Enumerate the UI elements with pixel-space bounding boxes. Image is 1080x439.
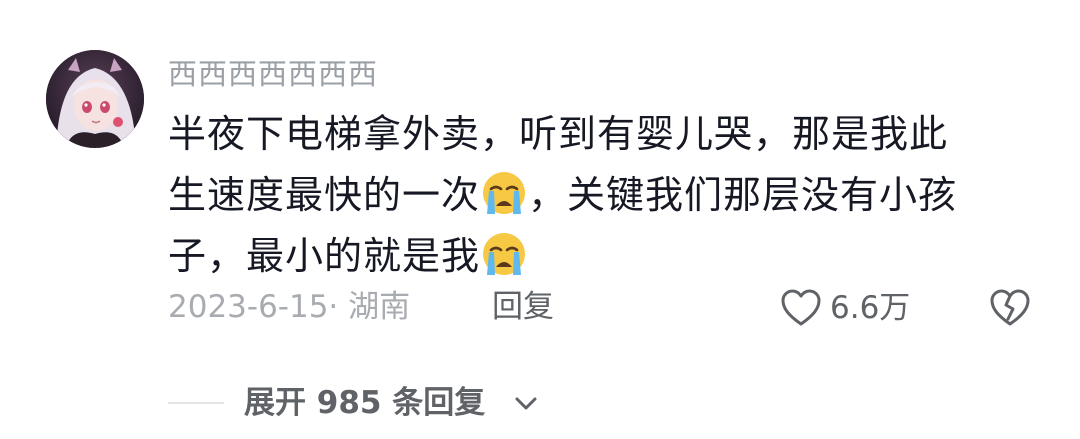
comment-text: 半夜下电梯拿外卖，听到有婴儿哭，那是我此 生速度最快的一次 ，关键我们那层没有小… <box>168 104 1048 287</box>
expand-replies-label: 展开 985 条回复 <box>244 385 486 421</box>
comment-line-2: 生速度最快的一次 ，关键我们那层没有小孩 <box>168 165 1048 226</box>
divider <box>168 402 224 404</box>
comment-date-location: 2023-6-15· 湖南 <box>168 289 411 325</box>
heart-outline-icon <box>781 289 821 326</box>
comment-line-1: 半夜下电梯拿外卖，听到有婴儿哭，那是我此 <box>168 104 1048 165</box>
comment-text-segment: 生速度最快的一次 <box>168 173 481 217</box>
username[interactable]: 西西西西西西西 <box>168 54 378 94</box>
loudly-crying-face-icon <box>483 233 526 275</box>
avatar[interactable] <box>46 50 144 148</box>
comment-text-segment: ，关键我们那层没有小孩 <box>528 173 958 217</box>
broken-heart-icon <box>990 289 1030 326</box>
reply-button[interactable]: 回复 <box>492 284 554 330</box>
expand-replies-button[interactable]: 展开 985 条回复 <box>168 380 668 426</box>
loudly-crying-face-icon <box>483 172 526 214</box>
dislike-button[interactable] <box>988 286 1032 330</box>
chevron-down-icon <box>515 397 537 410</box>
comment-item: 西西西西西西西 半夜下电梯拿外卖，听到有婴儿哭，那是我此 生速度最快的一次 ，关… <box>0 0 1080 439</box>
like-button[interactable]: 6.6万 <box>780 286 910 330</box>
comment-line-3: 子，最小的就是我 <box>168 226 1048 287</box>
comment-meta: 2023-6-15· 湖南 回复 <box>168 284 1048 330</box>
like-count: 6.6万 <box>830 290 911 326</box>
comment-text-segment: 子，最小的就是我 <box>168 234 481 278</box>
avatar-image <box>46 50 144 148</box>
comment-text-segment: 半夜下电梯拿外卖，听到有婴儿哭，那是我此 <box>168 112 949 156</box>
